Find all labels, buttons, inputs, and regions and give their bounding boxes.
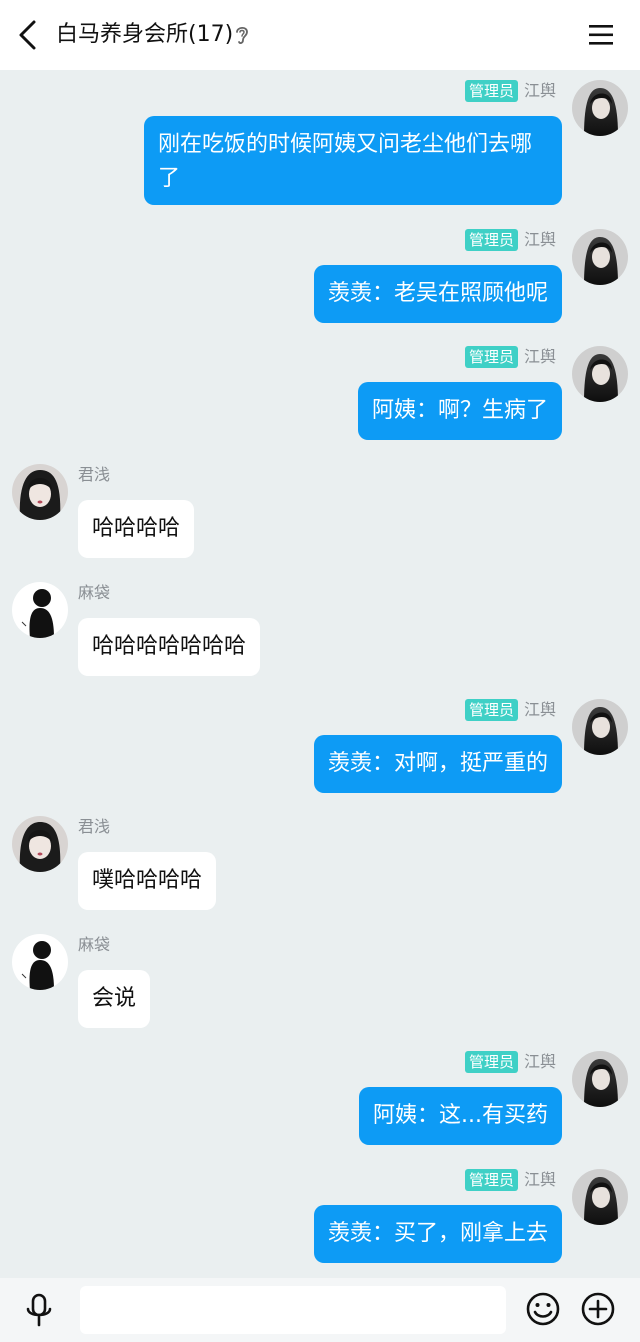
sender-meta: 管理员 江舆: [464, 80, 556, 102]
avatar[interactable]: [572, 80, 628, 136]
sender-name: 君浅: [78, 817, 111, 836]
message-incoming: 君浅 噗哈哈哈哈: [0, 812, 640, 912]
message-bubble[interactable]: 阿姨：这...有买药: [359, 1087, 562, 1145]
sender-name: 江舆: [523, 700, 556, 719]
sender-name: 君浅: [78, 465, 111, 484]
message-outgoing: 管理员 江舆 阿姨：这...有买药: [0, 1047, 640, 1147]
sender-name: 江舆: [523, 230, 556, 249]
avatar[interactable]: [12, 464, 68, 520]
message-incoming: 麻袋 会说: [0, 930, 640, 1030]
microphone-icon[interactable]: [20, 1291, 58, 1329]
sender-meta: 君浅: [78, 816, 110, 838]
sender-meta: 管理员 江舆: [464, 346, 556, 368]
avatar[interactable]: [572, 229, 628, 285]
menu-icon[interactable]: [586, 20, 616, 50]
message-input[interactable]: [80, 1286, 506, 1334]
sender-meta: 管理员 江舆: [464, 229, 556, 251]
sender-name: 麻袋: [78, 583, 111, 602]
message-bubble[interactable]: 哈哈哈哈哈哈哈: [78, 618, 261, 676]
sender-meta: 麻袋: [78, 582, 110, 604]
message-outgoing: 管理员 江舆 刚在吃饭的时候阿姨又问老尘他们去哪了: [0, 76, 640, 208]
sender-meta: 管理员 江舆: [464, 1169, 556, 1191]
message-bubble[interactable]: 会说: [78, 970, 151, 1028]
message-bubble[interactable]: 羡羡：买了，刚拿上去: [313, 1205, 562, 1263]
sender-meta: 麻袋: [78, 934, 110, 956]
message-bubble[interactable]: 刚在吃饭的时候阿姨又问老尘他们去哪了: [144, 116, 562, 205]
admin-badge: 管理员: [464, 346, 518, 368]
sender-name: 江舆: [523, 81, 556, 100]
message-bubble[interactable]: 阿姨：啊？生病了: [357, 382, 562, 440]
admin-badge: 管理员: [464, 229, 518, 251]
avatar[interactable]: [572, 1169, 628, 1225]
sender-meta: 君浅: [78, 464, 110, 486]
message-outgoing: 管理员 江舆 阿姨：啊？生病了: [0, 342, 640, 442]
back-chevron-icon[interactable]: [12, 18, 46, 52]
message-incoming: 麻袋 哈哈哈哈哈哈哈: [0, 578, 640, 678]
ear-icon[interactable]: [234, 24, 250, 46]
message-incoming: 君浅 哈哈哈哈: [0, 460, 640, 560]
avatar[interactable]: [572, 699, 628, 755]
admin-badge: 管理员: [464, 1169, 518, 1191]
message-bubble[interactable]: 羡羡：对啊，挺严重的: [313, 735, 562, 793]
message-outgoing: 管理员 江舆 羡羡：对啊，挺严重的: [0, 695, 640, 795]
chat-title[interactable]: 白马养身会所(17): [56, 18, 233, 52]
message-bubble[interactable]: 噗哈哈哈哈: [78, 852, 217, 910]
input-bar: [0, 1278, 640, 1342]
admin-badge: 管理员: [464, 80, 518, 102]
message-outgoing: 管理员 江舆 羡羡：老吴在照顾他呢: [0, 225, 640, 325]
sender-name: 江舆: [523, 1052, 556, 1071]
emoji-icon[interactable]: [525, 1291, 561, 1327]
message-outgoing: 管理员 江舆 羡羡：买了，刚拿上去: [0, 1165, 640, 1265]
avatar[interactable]: [572, 346, 628, 402]
sender-name: 江舆: [523, 347, 556, 366]
avatar[interactable]: [12, 934, 68, 990]
avatar[interactable]: [12, 582, 68, 638]
plus-icon[interactable]: [580, 1291, 616, 1327]
message-bubble[interactable]: 哈哈哈哈: [78, 500, 195, 558]
avatar[interactable]: [572, 1051, 628, 1107]
sender-name: 麻袋: [78, 935, 111, 954]
message-bubble[interactable]: 羡羡：老吴在照顾他呢: [313, 265, 562, 323]
sender-name: 江舆: [523, 1170, 556, 1189]
sender-meta: 管理员 江舆: [464, 1051, 556, 1073]
avatar[interactable]: [12, 816, 68, 872]
admin-badge: 管理员: [464, 699, 518, 721]
admin-badge: 管理员: [464, 1051, 518, 1073]
sender-meta: 管理员 江舆: [464, 699, 556, 721]
chat-header: 白马养身会所(17): [0, 0, 640, 70]
